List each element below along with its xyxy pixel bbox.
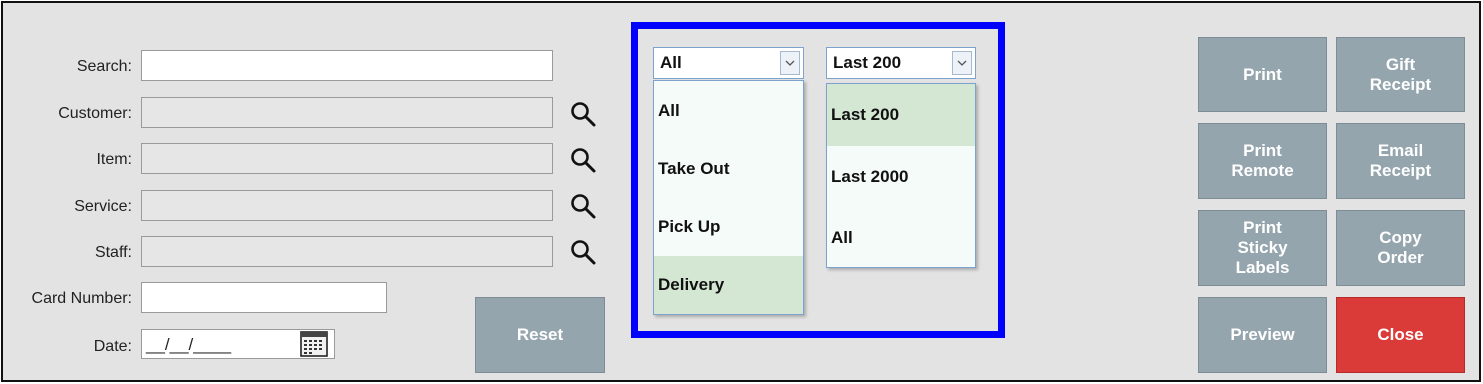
calendar-icon[interactable]	[300, 331, 328, 357]
item-field[interactable]	[141, 143, 553, 174]
preview-button[interactable]: Preview	[1198, 297, 1327, 373]
copy-order-button[interactable]: Copy Order	[1336, 210, 1465, 286]
gift-receipt-button[interactable]: Gift Receipt	[1336, 37, 1465, 112]
print-sticky-labels-button-label: Print Sticky Labels	[1235, 218, 1290, 277]
customer-field[interactable]	[141, 97, 553, 128]
order-type-selected: All	[660, 53, 682, 72]
customer-search-icon[interactable]	[569, 100, 597, 128]
chevron-down-icon[interactable]	[952, 51, 972, 75]
card-number-label: Card Number:	[31, 290, 132, 307]
email-receipt-button[interactable]: Email Receipt	[1336, 123, 1465, 199]
date-label: Date:	[93, 338, 132, 355]
print-sticky-labels-button[interactable]: Print Sticky Labels	[1198, 210, 1327, 286]
order-type-list: All Take Out Pick Up Delivery	[653, 80, 804, 315]
order-type-option-take-out[interactable]: Take Out	[654, 140, 803, 198]
order-type-option-delivery[interactable]: Delivery	[654, 256, 803, 314]
range-select[interactable]: Last 200	[826, 47, 976, 79]
search-label: Search:	[76, 58, 132, 75]
range-option-last-2000[interactable]: Last 2000	[827, 146, 975, 208]
card-number-input[interactable]	[141, 282, 387, 313]
copy-order-button-label: Copy Order	[1377, 228, 1424, 267]
range-selected: Last 200	[833, 53, 902, 72]
range-option-all[interactable]: All	[827, 208, 975, 268]
order-type-option-all[interactable]: All	[654, 81, 803, 140]
print-button[interactable]: Print	[1198, 37, 1327, 112]
chevron-down-icon[interactable]	[780, 51, 800, 75]
search-input[interactable]	[141, 50, 553, 81]
print-remote-button-label: Print Remote	[1231, 141, 1294, 180]
item-label: Item:	[96, 151, 132, 168]
staff-label: Staff:	[94, 244, 132, 261]
reset-button[interactable]: Reset	[475, 297, 605, 373]
item-search-icon[interactable]	[569, 146, 597, 174]
gift-receipt-button-label: Gift Receipt	[1369, 54, 1432, 94]
range-option-last-200[interactable]: Last 200	[827, 84, 975, 146]
date-mask: __/__/____	[146, 335, 232, 354]
preview-button-label: Preview	[1230, 325, 1295, 344]
customer-label: Customer:	[58, 105, 132, 122]
service-label: Service:	[74, 198, 132, 215]
staff-field[interactable]	[141, 236, 553, 267]
service-field[interactable]	[141, 190, 553, 221]
staff-search-icon[interactable]	[569, 238, 597, 266]
print-button-label: Print	[1243, 64, 1282, 84]
service-search-icon[interactable]	[569, 192, 597, 220]
range-list: Last 200 Last 2000 All	[826, 83, 976, 268]
order-type-select[interactable]: All	[653, 47, 804, 79]
close-button-label: Close	[1377, 325, 1424, 344]
print-remote-button[interactable]: Print Remote	[1198, 123, 1327, 199]
order-type-option-pick-up[interactable]: Pick Up	[654, 198, 803, 256]
reset-button-label: Reset	[516, 325, 564, 344]
email-receipt-button-label: Email Receipt	[1369, 141, 1432, 180]
close-button[interactable]: Close	[1336, 297, 1465, 373]
